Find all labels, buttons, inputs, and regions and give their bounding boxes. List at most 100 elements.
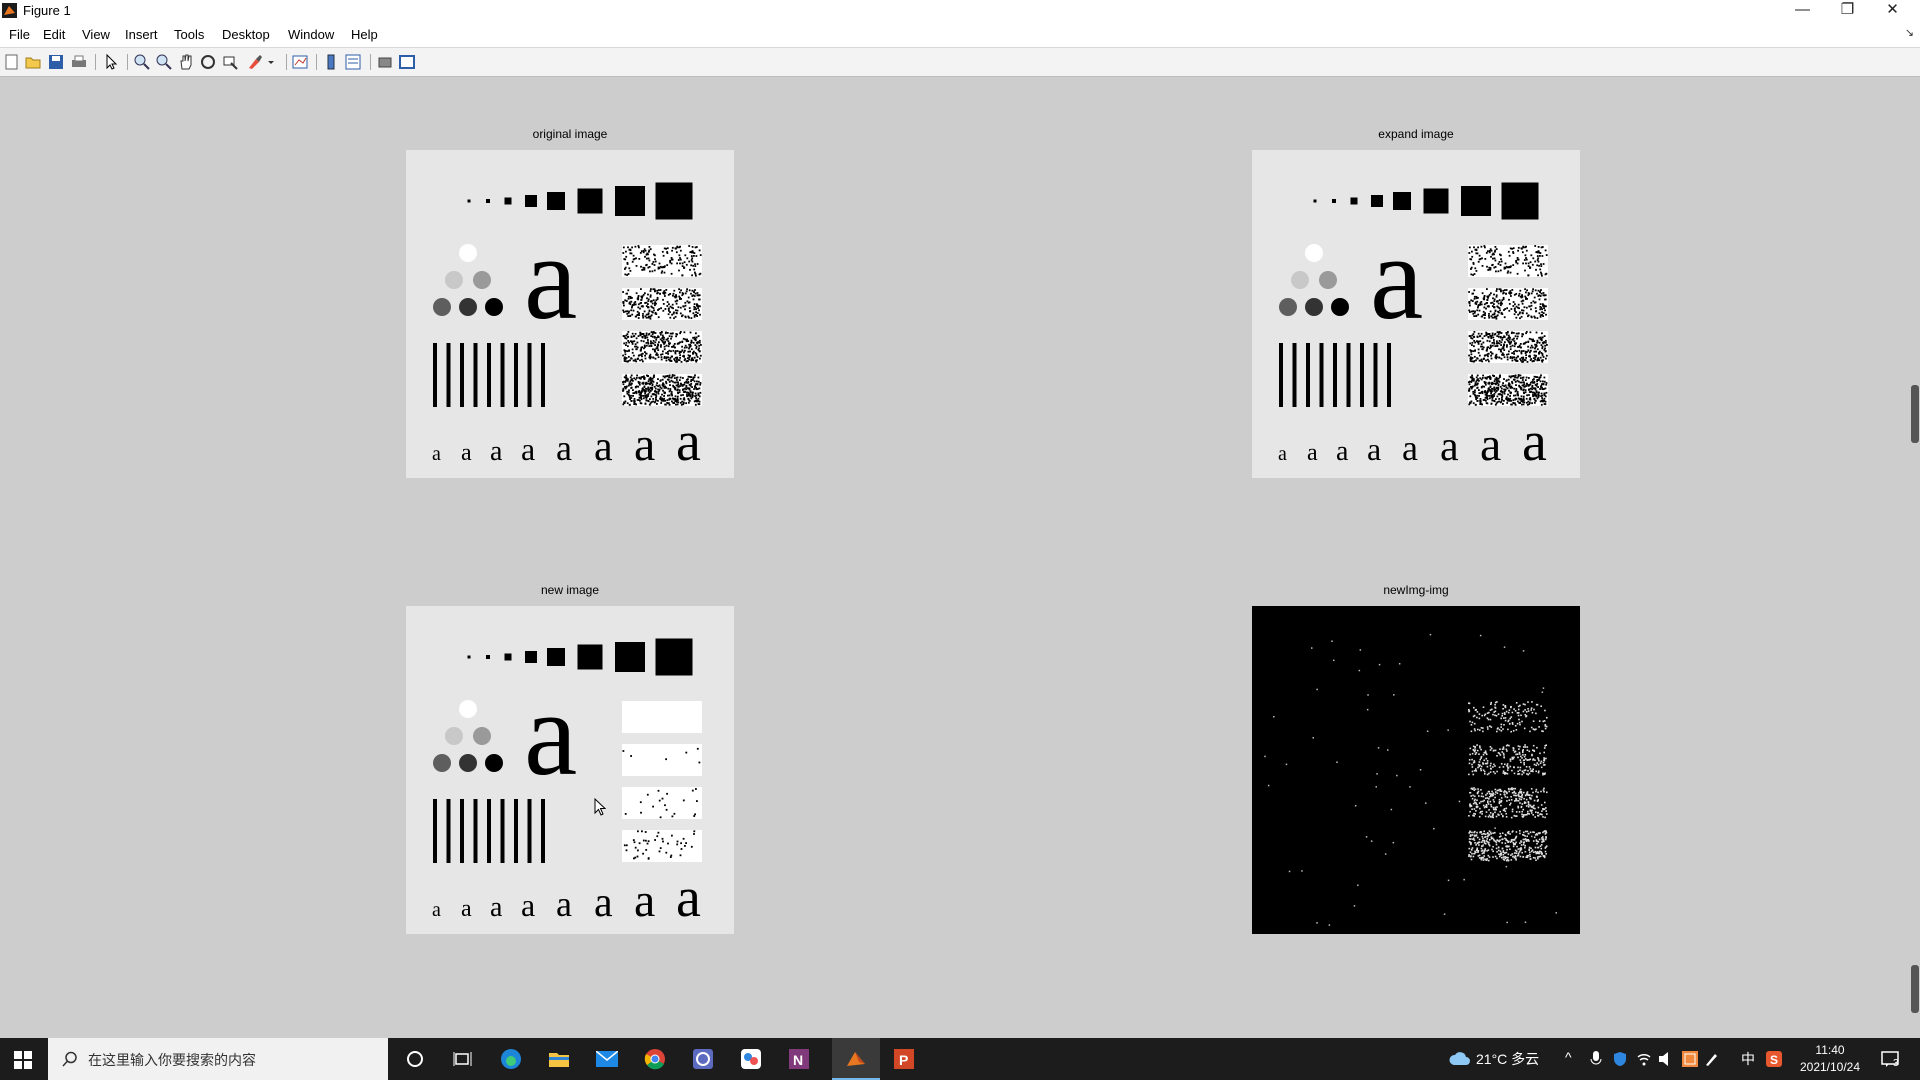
pan-icon[interactable] xyxy=(177,53,195,71)
original-image-axes[interactable]: aa a a a a a a a xyxy=(406,150,734,478)
rotate-3d-icon[interactable] xyxy=(199,53,217,71)
edge-icon[interactable] xyxy=(487,1038,535,1080)
data-cursor-icon[interactable] xyxy=(221,53,239,71)
insert-legend-icon[interactable] xyxy=(344,53,362,71)
noise-dot xyxy=(677,399,679,402)
difference-image-axes[interactable] xyxy=(1252,606,1580,934)
close-button[interactable]: ✕ xyxy=(1870,0,1915,22)
menu-window[interactable]: Window xyxy=(288,27,334,42)
noise-dot xyxy=(1539,315,1542,318)
clock-time[interactable]: 11:40 xyxy=(1796,1043,1864,1057)
task-view-icon[interactable] xyxy=(439,1038,487,1080)
noise-dot xyxy=(1502,853,1505,856)
noise-dot xyxy=(654,348,656,351)
noise-dot xyxy=(1522,751,1524,754)
noise-dot xyxy=(1505,851,1508,854)
side-scroll-handle[interactable] xyxy=(1911,385,1919,443)
noise-dot xyxy=(1489,718,1492,721)
menu-insert[interactable]: Insert xyxy=(125,27,158,42)
noise-dot xyxy=(1494,315,1496,318)
zoom-out-icon[interactable] xyxy=(155,53,173,71)
shield-icon[interactable] xyxy=(1612,1051,1628,1067)
chrome-icon[interactable] xyxy=(631,1038,679,1080)
noise-dot xyxy=(679,257,681,259)
restore-button[interactable]: ❐ xyxy=(1825,0,1870,22)
app-icon[interactable] xyxy=(679,1038,727,1080)
onenote-icon[interactable]: N xyxy=(775,1038,823,1080)
noise-dot xyxy=(699,313,701,316)
noise-dot xyxy=(1468,759,1471,761)
cloud-icon[interactable] xyxy=(1449,1051,1471,1067)
noise-dot xyxy=(1524,802,1527,804)
noise-dot xyxy=(689,354,691,357)
input-method-icon[interactable] xyxy=(1682,1051,1698,1067)
minimize-button[interactable]: — xyxy=(1780,0,1825,22)
noise-dot xyxy=(1498,853,1500,855)
wifi-icon[interactable] xyxy=(1636,1051,1652,1067)
sogou-icon[interactable]: S xyxy=(1766,1051,1782,1067)
edit-plot-icon[interactable] xyxy=(102,53,120,71)
powerpoint-icon[interactable]: P xyxy=(880,1038,928,1080)
link-plot-icon[interactable] xyxy=(291,53,309,71)
new-image-axes[interactable]: aa a a a a a a a xyxy=(406,606,734,934)
volume-icon[interactable] xyxy=(1658,1051,1674,1067)
pen-icon[interactable] xyxy=(1704,1051,1720,1067)
menu-desktop[interactable]: Desktop xyxy=(222,27,270,42)
noise-dot xyxy=(1543,307,1545,309)
noise-dot xyxy=(1482,763,1484,765)
menu-view[interactable]: View xyxy=(82,27,110,42)
noise-dot xyxy=(1522,750,1524,752)
file-explorer-icon[interactable] xyxy=(535,1038,583,1080)
matlab-icon[interactable] xyxy=(832,1038,880,1080)
brush-icon[interactable] xyxy=(246,53,264,71)
noise-dot xyxy=(1534,358,1537,361)
noise-dot xyxy=(695,788,697,790)
save-icon[interactable] xyxy=(47,53,65,71)
dock-arrow-icon[interactable]: ↘ xyxy=(1905,26,1914,39)
mail-icon[interactable] xyxy=(583,1038,631,1080)
show-plot-tools-icon[interactable] xyxy=(398,53,416,71)
square-mark xyxy=(1350,197,1358,205)
new-figure-icon[interactable] xyxy=(3,53,21,71)
weather-text[interactable]: 21°C 多云 xyxy=(1476,1049,1539,1069)
insert-colorbar-icon[interactable] xyxy=(322,53,340,71)
noise-dot xyxy=(1469,349,1472,352)
noise-dot xyxy=(1500,357,1503,360)
noise-dot xyxy=(690,376,692,378)
noise-dot xyxy=(656,289,659,292)
print-icon[interactable] xyxy=(70,53,88,71)
noise-dot xyxy=(1532,840,1535,842)
noise-dot xyxy=(1474,341,1476,344)
clock-date[interactable]: 2021/10/24 xyxy=(1796,1060,1864,1074)
noise-dot xyxy=(1515,857,1517,860)
noise-dot xyxy=(1509,765,1512,768)
windows-start-icon[interactable] xyxy=(14,1051,32,1069)
expand-image-axes[interactable]: aa a a a a a a a xyxy=(1252,150,1580,478)
app2-icon[interactable] xyxy=(727,1038,775,1080)
cortana-icon[interactable] xyxy=(391,1038,439,1080)
zoom-in-icon[interactable] xyxy=(133,53,151,71)
menu-edit[interactable]: Edit xyxy=(43,27,65,42)
noise-dot xyxy=(663,247,666,250)
noise-dot xyxy=(1514,792,1517,795)
noise-dot xyxy=(696,292,699,294)
chevron-down-icon[interactable] xyxy=(266,53,276,71)
taskbar-search-box[interactable]: 在这里输入你要搜索的内容 xyxy=(48,1038,388,1080)
noise-dot xyxy=(1536,397,1539,400)
open-file-icon[interactable] xyxy=(24,53,42,71)
chevron-up-icon[interactable]: ^ xyxy=(1565,1049,1572,1065)
side-scroll-handle-lower[interactable] xyxy=(1911,965,1919,1013)
noise-dot xyxy=(1539,268,1542,271)
noise-dot xyxy=(679,397,682,400)
noise-dot xyxy=(679,312,682,315)
menu-tools[interactable]: Tools xyxy=(174,27,204,42)
noise-dot xyxy=(1481,360,1484,363)
microphone-icon[interactable] xyxy=(1590,1051,1602,1067)
hide-plot-tools-icon[interactable] xyxy=(376,53,394,71)
noise-dot xyxy=(1469,830,1471,833)
noise-dot xyxy=(1485,859,1488,861)
ime-indicator[interactable]: 中 xyxy=(1741,1049,1755,1069)
noise-dot xyxy=(1472,310,1475,313)
menu-help[interactable]: Help xyxy=(351,27,378,42)
menu-file[interactable]: File xyxy=(9,27,30,42)
